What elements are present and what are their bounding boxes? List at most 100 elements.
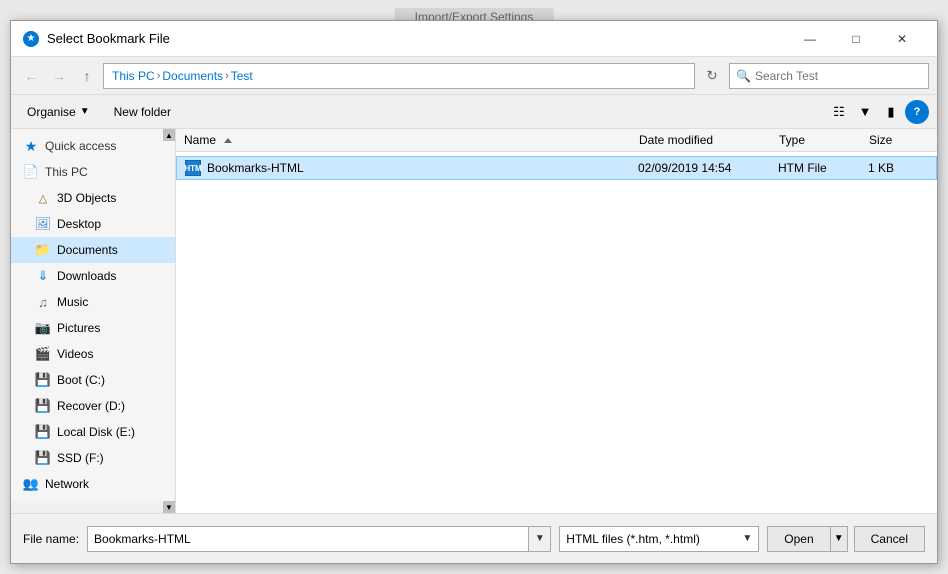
up-button[interactable]: ↑: [75, 64, 99, 88]
title-bar-left: Select Bookmark File: [23, 31, 170, 47]
search-input[interactable]: [755, 69, 922, 83]
sidebar-item-videos[interactable]: 🎬 Videos: [11, 341, 175, 367]
sidebar-item-recover-d[interactable]: 💾 Recover (D:): [11, 393, 175, 419]
ssd-f-icon: 💾: [35, 450, 51, 466]
quick-access-icon: ★: [23, 138, 39, 154]
downloads-icon: ⇓: [35, 268, 51, 284]
sidebar-item-quick-access[interactable]: ★ Quick access: [11, 133, 175, 159]
file-icon-htm: HTM: [185, 160, 201, 176]
file-name-input[interactable]: [88, 527, 528, 551]
open-button[interactable]: Open: [767, 526, 829, 552]
col-size[interactable]: Size: [869, 133, 929, 147]
sort-indicator: [224, 138, 232, 143]
local-e-label: Local Disk (E:): [57, 425, 135, 439]
desktop-label: Desktop: [57, 217, 101, 231]
file-list-body: HTM Bookmarks-HTML 02/09/2019 14:54 HTM …: [176, 152, 937, 513]
dialog-icon: [23, 31, 39, 47]
sidebar-item-music[interactable]: ♫ Music: [11, 289, 175, 315]
sidebar-item-pictures[interactable]: 📷 Pictures: [11, 315, 175, 341]
boot-c-icon: 💾: [35, 372, 51, 388]
title-bar: Select Bookmark File — □ ✕: [11, 21, 937, 57]
address-bar: ← → ↑ This PC › Documents › Test ↻ 🔍: [11, 57, 937, 95]
network-label: Network: [45, 477, 89, 491]
file-item-bookmarks[interactable]: HTM Bookmarks-HTML 02/09/2019 14:54 HTM …: [176, 156, 937, 180]
music-label: Music: [57, 295, 88, 309]
dialog-title: Select Bookmark File: [47, 31, 170, 46]
view-preview-button[interactable]: ▮: [879, 100, 903, 124]
main-content: ★ Quick access 📄 This PC △ 3D Objects: [11, 129, 937, 513]
file-type-dropdown-arrow: ▼: [742, 533, 752, 544]
path-parts: This PC › Documents › Test: [112, 69, 253, 83]
file-name: Bookmarks-HTML: [207, 161, 304, 175]
file-name-label: File name:: [23, 532, 79, 546]
sidebar-item-network[interactable]: 👥 Network: [11, 471, 175, 497]
path-this-pc: This PC: [112, 69, 155, 83]
sidebar-item-this-pc[interactable]: 📄 This PC: [11, 159, 175, 185]
recover-d-label: Recover (D:): [57, 399, 125, 413]
sidebar-item-ssd-f[interactable]: 💾 SSD (F:): [11, 445, 175, 471]
file-name-dropdown-arrow[interactable]: ▼: [528, 527, 550, 551]
documents-label: Documents: [57, 243, 118, 257]
videos-icon: 🎬: [35, 346, 51, 362]
sidebar: ★ Quick access 📄 This PC △ 3D Objects: [11, 129, 176, 501]
documents-icon: 📁: [35, 242, 51, 258]
toolbar: Organise ▼ New folder ☷ ▼ ▮ ?: [11, 95, 937, 129]
view-help-button[interactable]: ?: [905, 100, 929, 124]
maximize-button[interactable]: □: [833, 25, 879, 53]
close-button[interactable]: ✕: [879, 25, 925, 53]
bottom-bar: File name: ▼ HTML files (*.htm, *.html) …: [11, 513, 937, 563]
sidebar-container: ★ Quick access 📄 This PC △ 3D Objects: [11, 129, 176, 513]
sidebar-item-local-e[interactable]: 💾 Local Disk (E:): [11, 419, 175, 445]
title-controls: — □ ✕: [787, 25, 925, 53]
boot-c-label: Boot (C:): [57, 373, 105, 387]
desktop-icon: 🖼: [35, 216, 51, 232]
col-type[interactable]: Type: [779, 133, 869, 147]
ssd-f-label: SSD (F:): [57, 451, 104, 465]
view-list-button[interactable]: ☷: [827, 100, 851, 124]
file-size: 1 KB: [868, 161, 928, 175]
sidebar-item-3d-objects[interactable]: △ 3D Objects: [11, 185, 175, 211]
music-icon: ♫: [35, 294, 51, 310]
new-folder-button[interactable]: New folder: [106, 102, 179, 122]
open-dropdown-button[interactable]: ▼: [830, 526, 848, 552]
file-name-input-wrapper[interactable]: ▼: [87, 526, 551, 552]
this-pc-label: This PC: [45, 165, 88, 179]
quick-access-label: Quick access: [45, 139, 116, 153]
minimize-button[interactable]: —: [787, 25, 833, 53]
view-dropdown-button[interactable]: ▼: [853, 100, 877, 124]
sidebar-item-boot-c[interactable]: 💾 Boot (C:): [11, 367, 175, 393]
downloads-label: Downloads: [57, 269, 116, 283]
network-icon: 👥: [23, 476, 39, 492]
address-path[interactable]: This PC › Documents › Test: [103, 63, 695, 89]
col-name[interactable]: Name: [184, 133, 639, 147]
file-type-select[interactable]: HTML files (*.htm, *.html) ▼: [559, 526, 759, 552]
sidebar-item-downloads[interactable]: ⇓ Downloads: [11, 263, 175, 289]
sidebar-item-documents[interactable]: 📁 Documents: [11, 237, 175, 263]
this-pc-icon: 📄: [23, 164, 39, 180]
scroll-down-arrow[interactable]: ▼: [163, 501, 175, 513]
file-type: HTM File: [778, 161, 868, 175]
scroll-up-arrow[interactable]: ▲: [163, 129, 175, 141]
action-buttons: Open ▼ Cancel: [767, 526, 925, 552]
3d-objects-label: 3D Objects: [57, 191, 116, 205]
sidebar-item-desktop[interactable]: 🖼 Desktop: [11, 211, 175, 237]
recover-d-icon: 💾: [35, 398, 51, 414]
select-bookmark-dialog: Select Bookmark File — □ ✕ ← → ↑ This PC…: [10, 20, 938, 564]
path-documents: Documents: [162, 69, 223, 83]
organise-button[interactable]: Organise ▼: [19, 102, 98, 122]
videos-label: Videos: [57, 347, 93, 361]
search-box[interactable]: 🔍: [729, 63, 929, 89]
pictures-icon: 📷: [35, 320, 51, 336]
path-test: Test: [231, 69, 253, 83]
file-type-value: HTML files (*.htm, *.html): [566, 532, 700, 546]
3d-objects-icon: △: [35, 190, 51, 206]
refresh-button[interactable]: ↻: [699, 63, 725, 89]
forward-button[interactable]: →: [47, 64, 71, 88]
back-button[interactable]: ←: [19, 64, 43, 88]
col-date-modified[interactable]: Date modified: [639, 133, 779, 147]
search-icon: 🔍: [736, 69, 751, 83]
file-list-header: Name Date modified Type Size: [176, 129, 937, 152]
file-area: Name Date modified Type Size HTM: [176, 129, 937, 513]
local-e-icon: 💾: [35, 424, 51, 440]
cancel-button[interactable]: Cancel: [854, 526, 925, 552]
